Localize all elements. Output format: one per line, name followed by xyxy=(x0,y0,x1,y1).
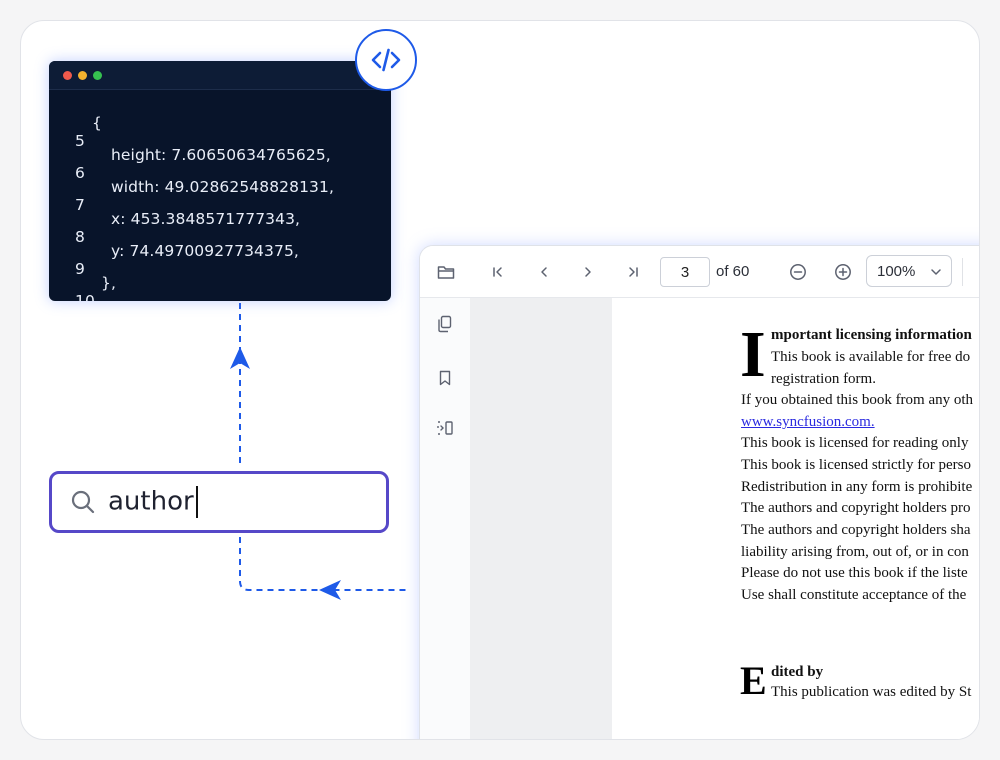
chevron-left-icon xyxy=(541,267,547,277)
code-text: width: 49.02862548828131, xyxy=(111,178,335,196)
zoom-out-icon xyxy=(790,264,806,280)
paragraph-line: This book is available for free do xyxy=(771,349,971,365)
zoom-in-button[interactable] xyxy=(831,260,855,284)
document-link[interactable]: www.syncfusion.com. xyxy=(741,414,875,431)
paragraph-line: This book is licensed for reading only xyxy=(741,435,969,451)
dropcap-letter: E xyxy=(740,658,767,703)
zoom-select[interactable]: 100% xyxy=(866,255,952,287)
close-dot xyxy=(63,70,72,80)
minimize-dot xyxy=(78,70,87,80)
bookmark-icon xyxy=(439,370,451,386)
code-text: { xyxy=(92,114,102,132)
thumbnail-panel xyxy=(470,298,612,739)
code-body: { 5 height: 7.60650634765625, 6 width: 4… xyxy=(49,90,391,301)
main-card: { 5 height: 7.60650634765625, 6 width: 4… xyxy=(20,20,980,740)
section-heading: dited by xyxy=(771,664,824,680)
toolbar-divider xyxy=(962,258,963,286)
paragraph-line: The authors and copyright holders pro xyxy=(741,500,971,516)
first-page-button[interactable] xyxy=(486,260,510,284)
dropcap-letter: I xyxy=(740,318,766,391)
paragraph-line: liability arising from, out of, or in co… xyxy=(741,544,969,560)
line-number: 10 xyxy=(75,292,95,301)
section-heading: mportant licensing information xyxy=(771,327,972,343)
viewer-toolbar: of 60 100% xyxy=(420,246,979,298)
code-text: x: 453.3848571777343, xyxy=(111,210,301,228)
zoom-value: 100% xyxy=(877,263,916,280)
viewer-sidebar xyxy=(420,298,470,739)
zoom-out-button[interactable] xyxy=(786,260,810,284)
first-page-icon xyxy=(493,267,502,277)
code-text: height: 7.60650634765625, xyxy=(111,146,331,164)
copy-pages-icon xyxy=(438,315,452,333)
code-badge xyxy=(355,29,417,91)
search-icon xyxy=(71,490,95,514)
paragraph-line: Redistribution in any form is prohibite xyxy=(741,479,973,495)
code-text: y: 74.49700927734375, xyxy=(111,242,299,260)
paragraph-line: registration form. xyxy=(771,371,876,387)
zoom-in-icon xyxy=(835,264,851,280)
code-window: { 5 height: 7.60650634765625, 6 width: 4… xyxy=(49,61,391,301)
open-file-button[interactable] xyxy=(434,260,458,284)
chevron-right-icon xyxy=(585,267,591,277)
code-text: }, xyxy=(101,274,116,292)
page-number-input[interactable] xyxy=(660,257,710,287)
paragraph-line: This publication was edited by St xyxy=(771,684,972,700)
text-caret xyxy=(195,486,198,518)
code-window-titlebar xyxy=(49,61,391,90)
paragraph-line: If you obtained this book from any oth xyxy=(741,392,974,408)
arrow-left-icon xyxy=(319,580,341,600)
paragraph-line: Please do not use this book if the liste xyxy=(741,565,968,581)
paragraph-line: This book is licensed strictly for perso xyxy=(741,457,971,473)
paragraph-line: Use shall constitute acceptance of the xyxy=(741,587,967,603)
document-page: I mportant licensing information This bo… xyxy=(612,298,979,739)
bookmarks-button[interactable] xyxy=(433,366,457,390)
last-page-icon xyxy=(629,267,638,277)
previous-page-button[interactable] xyxy=(532,260,556,284)
search-input[interactable]: author xyxy=(108,486,198,518)
next-page-button[interactable] xyxy=(576,260,600,284)
organize-pages-icon xyxy=(437,421,453,435)
code-line: 10 xyxy=(49,292,391,301)
code-icon xyxy=(371,48,401,72)
search-box[interactable]: author xyxy=(49,471,389,533)
page-thumbnails-button[interactable] xyxy=(433,312,457,336)
maximize-dot xyxy=(93,70,102,80)
arrow-up-icon xyxy=(230,347,250,369)
folder-icon xyxy=(437,266,455,279)
last-page-button[interactable] xyxy=(621,260,645,284)
pdf-viewer: of 60 100% xyxy=(419,245,979,739)
page-total-label: of 60 xyxy=(716,263,750,280)
organize-pages-button[interactable] xyxy=(433,416,457,440)
chevron-down-icon xyxy=(931,269,941,275)
paragraph-line: The authors and copyright holders sha xyxy=(741,522,971,538)
